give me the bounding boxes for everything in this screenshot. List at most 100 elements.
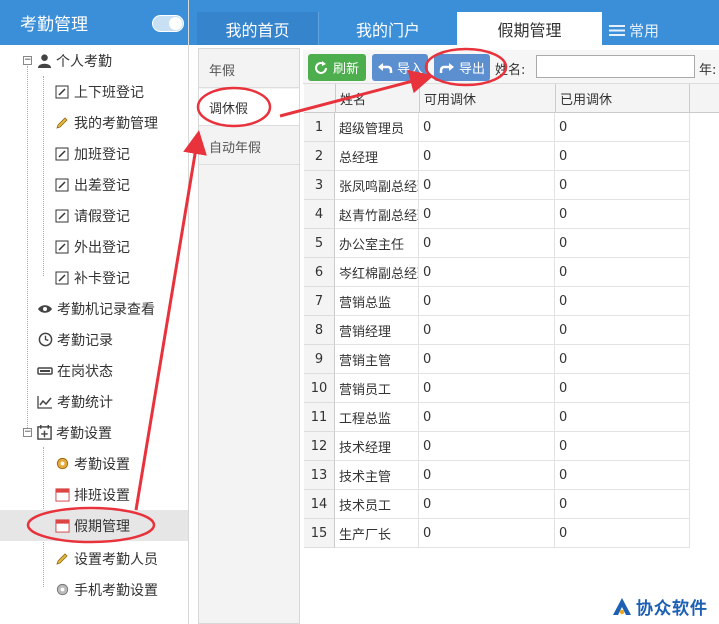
sidebar-item-label: 我的考勤管理 (74, 115, 158, 132)
top-tab-bar: 我的首页 我的门户 假期管理 常用 (189, 0, 719, 45)
name-search-input[interactable] (536, 55, 695, 78)
tab-holiday-management[interactable]: 假期管理 (457, 12, 602, 45)
sidebar-header: 考勤管理 (0, 0, 188, 45)
cell-name: 办公室主任 (335, 229, 419, 258)
row-number: 15 (304, 519, 335, 548)
cell-available: 0 (419, 490, 555, 519)
edit-icon (54, 270, 70, 286)
cell-available: 0 (419, 432, 555, 461)
sidebar-item-on-duty-status[interactable]: 在岗状态 (0, 355, 188, 386)
sidebar-item-personal-attendance[interactable]: − 个人考勤 (0, 45, 188, 76)
tab-holiday-label: 假期管理 (497, 20, 562, 40)
sidebar-title: 考勤管理 (20, 15, 88, 35)
sidebar-toggle[interactable] (152, 15, 184, 32)
row-number: 11 (304, 403, 335, 432)
cell-used: 0 (555, 490, 690, 519)
collapse-icon[interactable]: − (23, 56, 32, 65)
table-row[interactable]: 14 技术员工 0 0 (304, 490, 690, 519)
sidebar-item-overtime[interactable]: 加班登记 (0, 138, 188, 169)
column-header-available[interactable]: 可用调休 (419, 84, 555, 113)
pen-icon (54, 115, 70, 131)
table-row[interactable]: 4赵青竹副总经理00 (304, 200, 690, 229)
sidebar-item-label: 上下班登记 (74, 84, 144, 101)
logo-icon (612, 597, 632, 617)
sidebar-item-business-trip[interactable]: 出差登记 (0, 169, 188, 200)
cell-name: 岑红棉副总经理 (335, 258, 419, 287)
table-row[interactable]: 15 生产厂长 0 0 (304, 519, 690, 548)
table-row[interactable]: 5 办公室主任 0 0 (304, 229, 690, 258)
row-number: 1 (304, 113, 335, 142)
subtab-annual-leave[interactable]: 年假 (199, 51, 299, 88)
table-row[interactable]: 13 技术主管 0 0 (304, 461, 690, 490)
import-button[interactable]: 导入 (372, 54, 428, 81)
company-logo: 协众软件 (612, 594, 708, 619)
sidebar-item-my-attendance[interactable]: 我的考勤管理 (0, 107, 188, 138)
table-row[interactable]: 3张凤鸣副总经理00 (304, 171, 690, 200)
table-row[interactable]: 11 工程总监 0 0 (304, 403, 690, 432)
column-header-label: 已用调休 (560, 93, 613, 108)
cell-name: 营销员工 (335, 374, 419, 403)
table-row[interactable]: 6岑红棉副总经理00 (304, 258, 690, 287)
sidebar-item-machine-records[interactable]: 考勤机记录查看 (0, 293, 188, 324)
sidebar-item-label: 考勤统计 (57, 394, 113, 411)
sidebar-item-holiday-management[interactable]: 假期管理 (0, 510, 188, 541)
table-row[interactable]: 9 营销主管 0 0 (304, 345, 690, 374)
year-label: 年: (699, 63, 717, 78)
cell-used: 0 (555, 229, 690, 258)
import-label: 导入 (397, 62, 424, 77)
tab-home-label: 我的首页 (225, 20, 290, 40)
table-row[interactable]: 8 营销经理 0 0 (304, 316, 690, 345)
sidebar-item-label: 请假登记 (74, 208, 130, 225)
column-header-used[interactable]: 已用调休 (555, 84, 690, 113)
subtab-auto-annual-leave[interactable]: 自动年假 (199, 128, 299, 165)
sidebar: 考勤管理 − 个人考勤 上下班登记 我的考勤管理 加班登记 出差登记 请假登记 … (0, 0, 189, 624)
cell-used: 0 (555, 200, 690, 229)
sidebar-item-set-attendance-staff[interactable]: 设置考勤人员 (0, 543, 188, 574)
sidebar-item-label: 考勤记录 (57, 332, 113, 349)
column-header-name[interactable]: 姓名 (335, 84, 419, 113)
sidebar-item-shift-settings[interactable]: 排班设置 (0, 479, 188, 510)
sidebar-item-statistics[interactable]: 考勤统计 (0, 386, 188, 417)
cell-available: 0 (419, 287, 555, 316)
sidebar-item-mobile-settings[interactable]: 手机考勤设置 (0, 574, 188, 605)
export-button[interactable]: 导出 (434, 54, 490, 81)
undo-icon (377, 60, 393, 76)
sidebar-item-label: 考勤设置 (56, 425, 112, 442)
table-row[interactable]: 7 营销总监 0 0 (304, 287, 690, 316)
sidebar-item-outing[interactable]: 外出登记 (0, 231, 188, 262)
tab-portal[interactable]: 我的门户 (324, 12, 452, 45)
column-header-label: 可用调休 (424, 93, 477, 108)
cell-name: 工程总监 (335, 403, 419, 432)
cell-name: 超级管理员 (335, 113, 419, 142)
table-row[interactable]: 2 总经理 0 0 (304, 142, 690, 171)
edit-icon (54, 177, 70, 193)
sidebar-item-card-fix[interactable]: 补卡登记 (0, 262, 188, 293)
table-row[interactable]: 12 技术经理 0 0 (304, 432, 690, 461)
row-number: 2 (304, 142, 335, 171)
sidebar-item-clock-in[interactable]: 上下班登记 (0, 76, 188, 107)
tab-common[interactable]: 常用 (609, 20, 659, 41)
cell-available: 0 (419, 374, 555, 403)
status-bar-icon (37, 363, 53, 379)
collapse-icon[interactable]: − (23, 428, 32, 437)
tab-portal-label: 我的门户 (355, 20, 420, 40)
sidebar-item-label: 个人考勤 (56, 53, 112, 70)
refresh-button[interactable]: 刷新 (308, 54, 366, 81)
tab-common-label: 常用 (629, 22, 660, 40)
sidebar-item-attendance-config[interactable]: 考勤设置 (0, 448, 188, 479)
cell-available: 0 (419, 171, 555, 200)
tab-home[interactable]: 我的首页 (197, 12, 319, 45)
table-row[interactable]: 1 超级管理员 0 0 (304, 113, 690, 142)
row-number: 3 (304, 171, 335, 200)
cell-used: 0 (555, 519, 690, 548)
cell-name: 总经理 (335, 142, 419, 171)
table-row[interactable]: 10 营销员工 0 0 (304, 374, 690, 403)
sidebar-item-attendance-records[interactable]: 考勤记录 (0, 324, 188, 355)
subtab-compensatory-leave[interactable]: 调休假 (199, 89, 299, 126)
cell-name: 技术主管 (335, 461, 419, 490)
export-label: 导出 (459, 62, 486, 77)
refresh-label: 刷新 (333, 62, 360, 77)
sidebar-item-attendance-settings[interactable]: − 考勤设置 (0, 417, 188, 448)
sidebar-item-leave[interactable]: 请假登记 (0, 200, 188, 231)
calendar-icon (54, 518, 70, 534)
